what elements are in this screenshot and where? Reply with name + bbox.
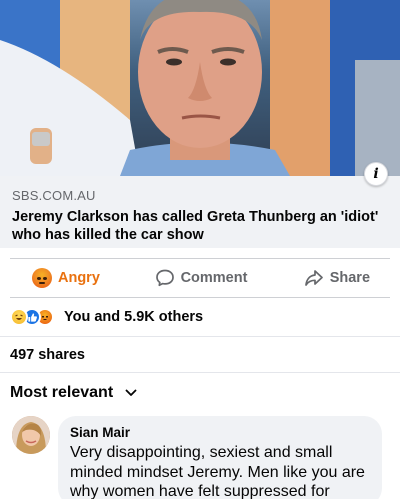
link-title: Jeremy Clarkson has called Greta Thunber…: [12, 209, 379, 243]
divider: [0, 372, 400, 373]
shares-count[interactable]: 497 shares: [10, 347, 85, 363]
share-icon: [304, 270, 323, 286]
angry-reaction-icon: [32, 268, 52, 288]
action-bar: Angry Comment Share: [10, 258, 390, 298]
haha-reaction-icon: [10, 308, 28, 326]
reaction-icons: [10, 308, 54, 326]
divider: [0, 336, 400, 337]
reactions-count: You and 5.9K others: [64, 309, 204, 325]
comment-button[interactable]: Comment: [145, 259, 258, 297]
reactions-summary[interactable]: You and 5.9K others: [10, 306, 203, 328]
comment-author[interactable]: Sian Mair: [70, 424, 370, 441]
react-button[interactable]: Angry: [10, 259, 145, 297]
comment-text: Very disappointing, sexiest and small mi…: [70, 444, 365, 499]
link-preview[interactable]: SBS.COM.AU Jeremy Clarkson has called Gr…: [0, 176, 400, 248]
share-label: Share: [329, 270, 371, 286]
comment-bubble[interactable]: Sian Mair Very disappointing, sexiest an…: [58, 416, 382, 499]
facebook-post: i SBS.COM.AU Jeremy Clarkson has called …: [0, 0, 400, 499]
comment-label: Comment: [180, 270, 248, 286]
avatar-illustration: [12, 416, 50, 454]
react-label: Angry: [58, 270, 100, 286]
share-button[interactable]: Share: [257, 259, 390, 297]
avatar[interactable]: [12, 416, 50, 454]
link-domain: SBS.COM.AU: [12, 188, 96, 203]
info-button[interactable]: i: [364, 162, 388, 186]
chevron-down-icon: [125, 389, 137, 396]
comment-icon: [155, 269, 174, 287]
info-icon: i: [373, 166, 379, 182]
comment-sort-label: Most relevant: [10, 384, 114, 401]
comment-sort-dropdown[interactable]: Most relevant: [10, 384, 137, 402]
article-photo[interactable]: [0, 0, 400, 176]
photo-illustration: [0, 0, 400, 176]
